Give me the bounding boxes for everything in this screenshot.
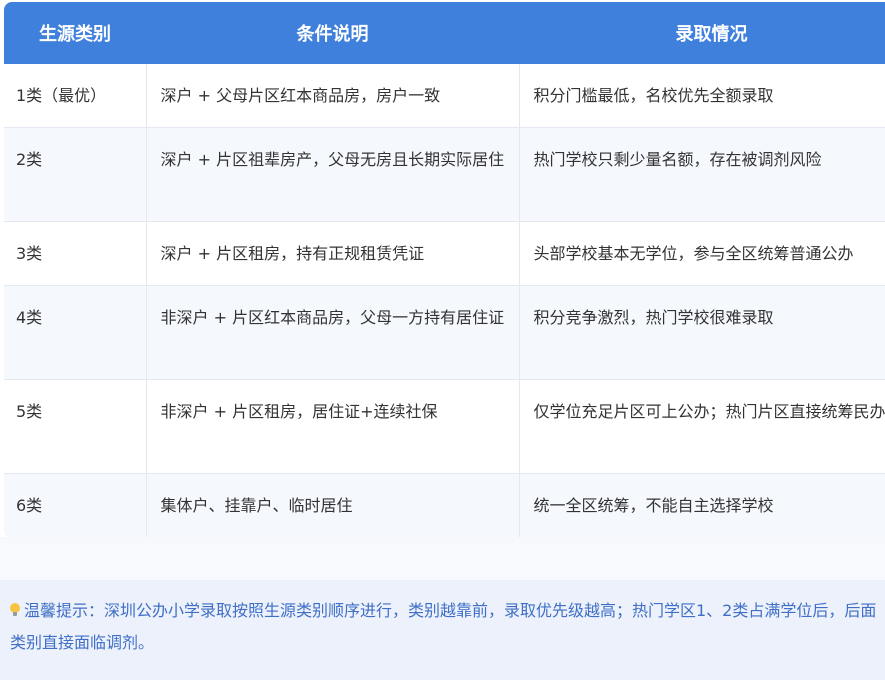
cell-category: 4类	[4, 285, 147, 380]
cell-admission: 仅学位充足片区可上公办；热门片区直接统筹民办	[519, 379, 885, 474]
cell-conditions: 深户 + 片区祖辈房产，父母无房且长期实际居住	[146, 127, 520, 222]
table-row: 6类 集体户、挂靠户、临时居住 统一全区统筹，不能自主选择学校	[4, 473, 885, 538]
cell-category: 3类	[4, 221, 147, 286]
table-row: 1类（最优） 深户 + 父母片区红本商品房，房户一致 积分门槛最低，名校优先全额…	[4, 64, 885, 128]
section-gap	[0, 537, 885, 580]
tip-text: 温馨提示：深圳公办小学录取按照生源类别顺序进行，类别越靠前，录取优先级越高；热门…	[10, 601, 877, 652]
cell-conditions: 非深户 + 片区红本商品房，父母一方持有居住证	[146, 285, 520, 380]
header-category: 生源类别	[4, 2, 146, 64]
cell-conditions: 深户 + 父母片区红本商品房，房户一致	[146, 64, 520, 128]
cell-conditions: 集体户、挂靠户、临时居住	[146, 473, 520, 538]
cell-category: 5类	[4, 379, 147, 474]
cell-admission: 统一全区统筹，不能自主选择学校	[519, 473, 885, 538]
header-conditions: 条件说明	[146, 2, 519, 64]
table-row: 5类 非深户 + 片区租房，居住证+连续社保 仅学位充足片区可上公办；热门片区直…	[4, 379, 885, 474]
cell-admission: 头部学校基本无学位，参与全区统筹普通公办	[519, 221, 885, 286]
header-admission: 录取情况	[519, 2, 885, 64]
table-row: 3类 深户 + 片区租房，持有正规租赁凭证 头部学校基本无学位，参与全区统筹普通…	[4, 221, 885, 286]
cell-category: 6类	[4, 473, 147, 538]
cell-admission: 积分竞争激烈，热门学校很难录取	[519, 285, 885, 380]
tip-box: 温馨提示：深圳公办小学录取按照生源类别顺序进行，类别越靠前，录取优先级越高；热门…	[0, 580, 885, 680]
cell-category: 1类（最优）	[4, 64, 147, 128]
cell-admission: 积分门槛最低，名校优先全额录取	[519, 64, 885, 128]
enrollment-table: 生源类别 条件说明 录取情况 1类（最优） 深户 + 父母片区红本商品房，房户一…	[4, 2, 885, 538]
table-header-row: 生源类别 条件说明 录取情况	[4, 2, 885, 64]
cell-category: 2类	[4, 127, 147, 222]
cell-conditions: 深户 + 片区租房，持有正规租赁凭证	[146, 221, 520, 286]
lightbulb-icon	[10, 603, 20, 617]
cell-conditions: 非深户 + 片区租房，居住证+连续社保	[146, 379, 520, 474]
enrollment-table-container: 生源类别 条件说明 录取情况 1类（最优） 深户 + 父母片区红本商品房，房户一…	[4, 2, 885, 538]
page: 生源类别 条件说明 录取情况 1类（最优） 深户 + 父母片区红本商品房，房户一…	[0, 0, 885, 680]
cell-admission: 热门学校只剩少量名额，存在被调剂风险	[519, 127, 885, 222]
table-row: 2类 深户 + 片区祖辈房产，父母无房且长期实际居住 热门学校只剩少量名额，存在…	[4, 127, 885, 222]
table-row: 4类 非深户 + 片区红本商品房，父母一方持有居住证 积分竞争激烈，热门学校很难…	[4, 285, 885, 380]
